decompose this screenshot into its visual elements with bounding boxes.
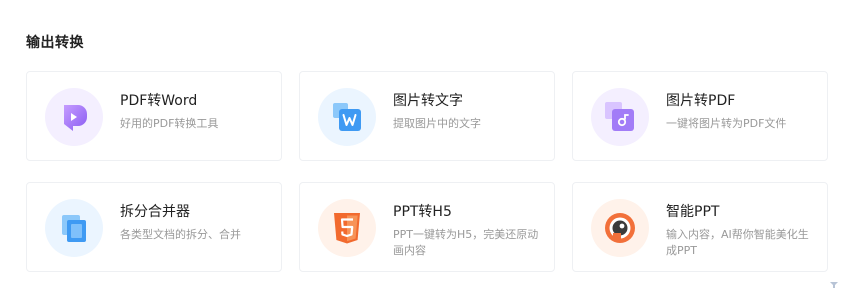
image-to-pdf-icon xyxy=(591,88,649,146)
card-title: 智能PPT xyxy=(666,204,720,220)
card-image-to-pdf[interactable]: 图片转PDF 一键将图片转为PDF文件 xyxy=(572,71,828,161)
card-description: 提取图片中的文字 xyxy=(393,117,481,130)
card-title: 拆分合并器 xyxy=(120,204,190,220)
split-merge-icon xyxy=(45,199,103,257)
card-title: 图片转PDF xyxy=(666,93,736,109)
filter-icon xyxy=(830,282,838,288)
card-split-merge[interactable]: 拆分合并器 各类型文档的拆分、合并 xyxy=(26,182,282,272)
html5-icon xyxy=(318,199,376,257)
pdf-to-word-icon xyxy=(45,88,103,146)
card-description: 好用的PDF转换工具 xyxy=(120,117,219,130)
card-smart-ppt[interactable]: 智能PPT 输入内容，AI帮你智能美化生成PPT xyxy=(572,182,828,272)
card-description: 各类型文档的拆分、合并 xyxy=(120,228,241,241)
output-conversion-page: 输出转换 PDF转Word 好用的PDF转换工具 图片转文字 提取图片中的文字 … xyxy=(0,0,844,298)
card-image-to-text[interactable]: 图片转文字 提取图片中的文字 xyxy=(299,71,555,161)
image-to-text-icon xyxy=(318,88,376,146)
card-title: PDF转Word xyxy=(120,93,198,109)
card-title: PPT转H5 xyxy=(393,204,452,220)
smart-ppt-icon xyxy=(591,199,649,257)
card-description: PPT一键转为H5，完美还原动画内容 xyxy=(393,228,539,257)
card-title: 图片转文字 xyxy=(393,93,463,109)
section-title: 输出转换 xyxy=(26,35,84,51)
card-ppt-to-h5[interactable]: PPT转H5 PPT一键转为H5，完美还原动画内容 xyxy=(299,182,555,272)
card-description: 输入内容，AI帮你智能美化生成PPT xyxy=(666,228,809,257)
card-pdf-to-word[interactable]: PDF转Word 好用的PDF转换工具 xyxy=(26,71,282,161)
card-description: 一键将图片转为PDF文件 xyxy=(666,117,787,130)
